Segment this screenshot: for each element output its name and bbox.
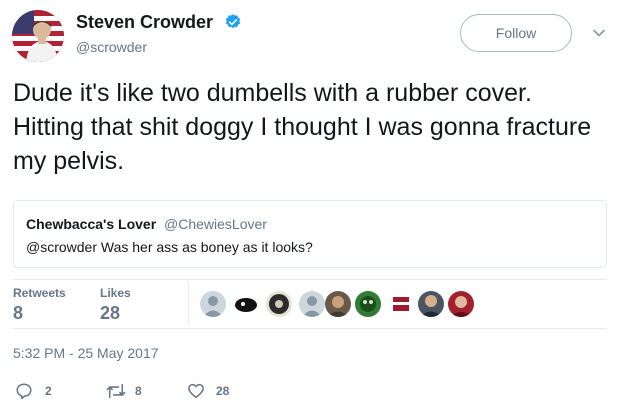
- liker-avatar[interactable]: [448, 291, 474, 317]
- retweet-icon: [106, 383, 126, 399]
- retweets-count: 8: [13, 303, 24, 323]
- divider: [13, 279, 607, 280]
- chevron-down-icon[interactable]: [592, 26, 606, 40]
- author-avatar[interactable]: [12, 10, 64, 62]
- tweet-actions: 2 8 28: [13, 380, 313, 402]
- retweet-count: 8: [135, 384, 142, 398]
- tweet-text: Dude it's like two dumbells with a rubbe…: [13, 79, 592, 175]
- verified-badge-icon: [225, 14, 241, 29]
- quoted-tweet[interactable]: Chewbacca's Lover @ChewiesLover @scrowde…: [13, 200, 607, 268]
- likes-label: Likes: [100, 286, 131, 300]
- liker-avatar[interactable]: [418, 291, 444, 317]
- like-icon: [188, 383, 204, 399]
- likes-stat[interactable]: Likes 28: [100, 286, 131, 324]
- reply-icon: [16, 383, 32, 400]
- retweets-label: Retweets: [13, 286, 66, 300]
- tweet-timestamp[interactable]: 5:32 PM - 25 May 2017: [13, 345, 159, 361]
- liker-avatar[interactable]: [325, 291, 351, 317]
- liker-avatar[interactable]: [233, 291, 259, 317]
- liker-avatar[interactable]: [355, 291, 381, 317]
- reply-count: 2: [45, 384, 52, 398]
- retweets-stat[interactable]: Retweets 8: [13, 286, 66, 324]
- like-count: 28: [216, 384, 230, 398]
- author-handle[interactable]: @scrowder: [76, 38, 147, 56]
- reply-button[interactable]: 2: [15, 380, 65, 402]
- quoted-author-name: Chewbacca's Lover: [26, 216, 157, 232]
- liker-avatar[interactable]: [200, 291, 226, 317]
- author-name[interactable]: Steven Crowder: [76, 11, 213, 33]
- liker-avatar[interactable]: [299, 291, 325, 317]
- quoted-author-handle: @ChewiesLover: [164, 216, 267, 232]
- quoted-tweet-text: @scrowder Was her ass as boney as it loo…: [26, 239, 313, 255]
- divider: [13, 328, 607, 329]
- retweet-button[interactable]: 8: [105, 380, 165, 402]
- likes-count: 28: [100, 303, 121, 323]
- like-button[interactable]: 28: [187, 380, 251, 402]
- liker-avatar[interactable]: [266, 291, 292, 317]
- follow-button[interactable]: Follow: [460, 14, 572, 52]
- divider: [188, 282, 189, 324]
- tweet-card: Steven Crowder @scrowder Follow Dude it'…: [0, 0, 618, 415]
- liker-avatar[interactable]: [388, 291, 414, 317]
